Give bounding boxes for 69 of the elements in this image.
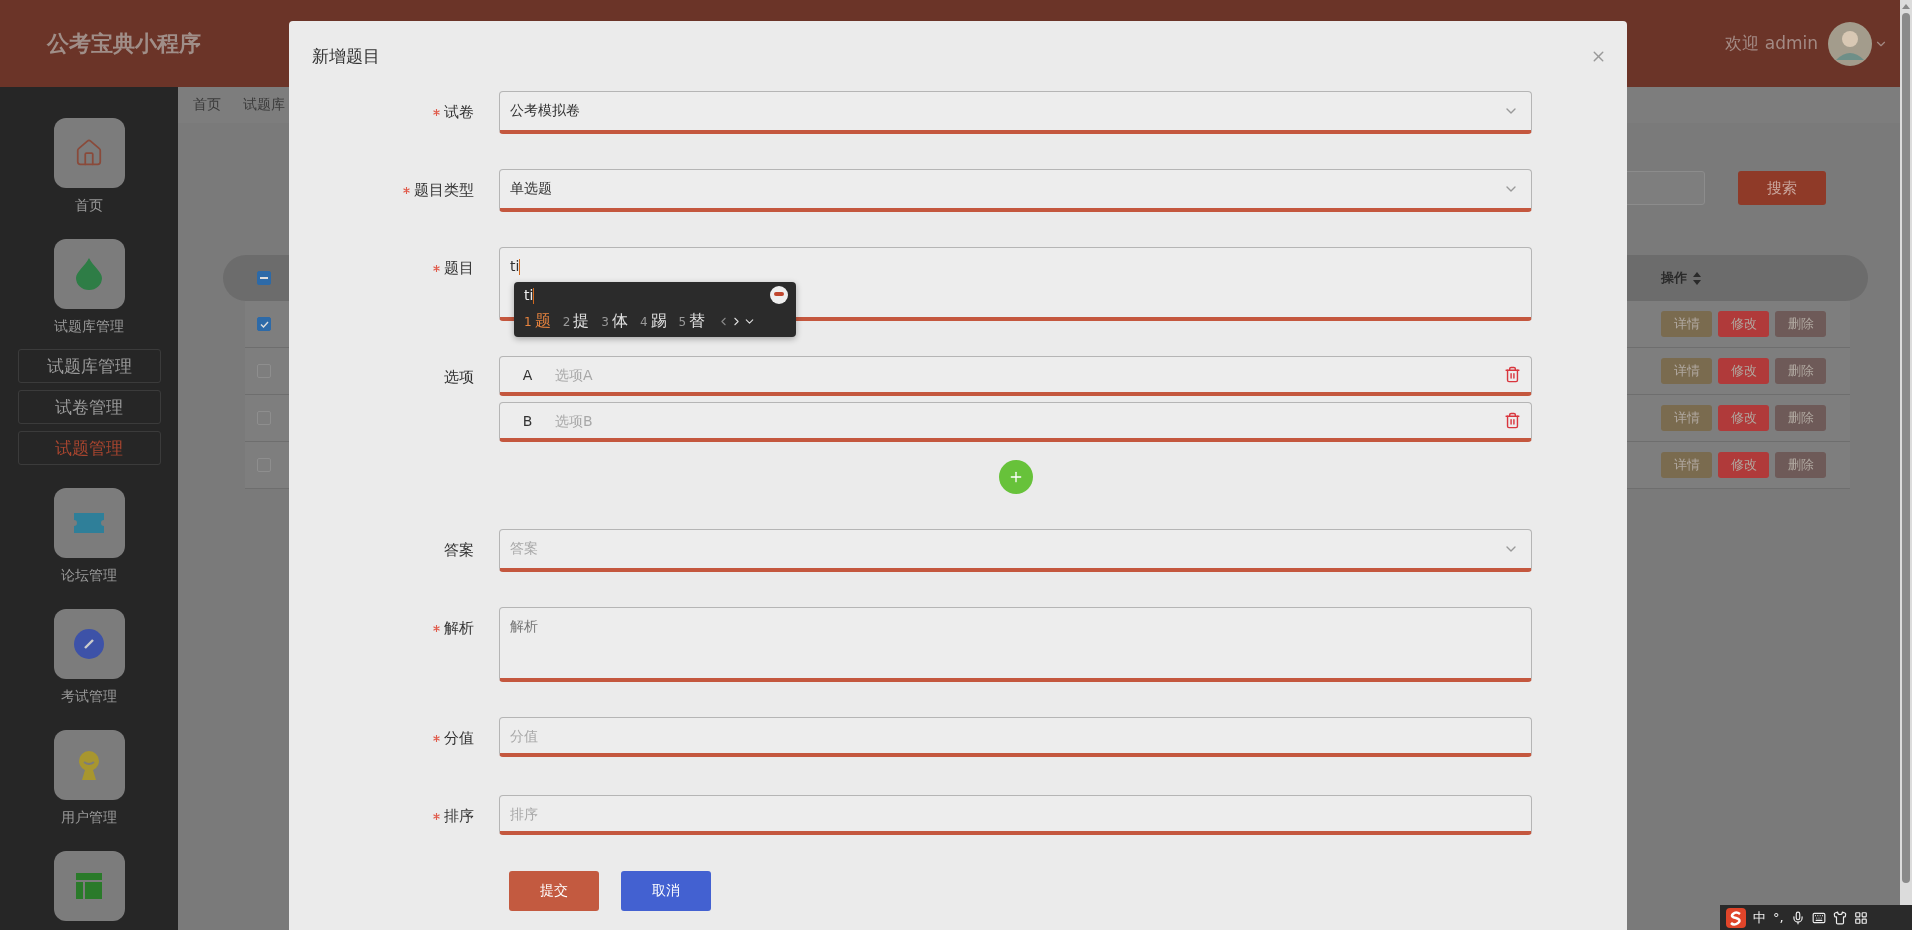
shirt-icon[interactable] xyxy=(1832,910,1847,925)
ime-logo-icon[interactable] xyxy=(1726,907,1746,928)
menu-label[interactable]: 论坛管理 xyxy=(61,564,117,586)
microphone-icon[interactable] xyxy=(1790,910,1805,925)
field-label: 题目 xyxy=(444,259,474,278)
menu-label[interactable]: 用户管理 xyxy=(61,806,117,828)
scrollbar-thumb[interactable] xyxy=(1902,13,1910,883)
input-field[interactable]: 分值 xyxy=(499,717,1532,757)
menu-tile[interactable] xyxy=(53,488,125,558)
input-field[interactable]: 排序 xyxy=(499,795,1532,835)
select-field[interactable]: 公考模拟卷 xyxy=(499,91,1532,134)
ime-composition: ti xyxy=(524,286,535,304)
option-field[interactable]: A 选项A xyxy=(499,356,1532,396)
field-label: 试卷 xyxy=(444,103,474,122)
field-label: 选项 xyxy=(444,368,474,387)
cancel-button[interactable]: 取消 xyxy=(621,871,711,911)
menu-tile[interactable] xyxy=(53,239,125,309)
check-icon xyxy=(259,320,269,328)
menu-label[interactable]: 首页 xyxy=(75,194,103,216)
field-label: 解析 xyxy=(444,619,474,638)
field-label: 题目类型 xyxy=(414,181,474,200)
breadcrumb-item[interactable]: 试题库 xyxy=(243,96,285,114)
field-label: 排序 xyxy=(444,807,474,826)
action-button[interactable]: 删除 xyxy=(1775,311,1826,337)
trash-icon[interactable] xyxy=(1504,366,1521,383)
avatar-icon[interactable] xyxy=(1828,21,1872,66)
ticket-icon xyxy=(74,513,104,533)
drop-icon xyxy=(76,258,102,290)
action-button[interactable]: 删除 xyxy=(1775,358,1826,384)
submit-button[interactable]: 提交 xyxy=(509,871,599,911)
select-all-checkbox[interactable] xyxy=(257,271,271,285)
menu-tile[interactable] xyxy=(53,851,125,921)
option-input[interactable]: 选项B xyxy=(555,403,1504,438)
action-button[interactable]: 删除 xyxy=(1775,405,1826,431)
layout-icon xyxy=(76,873,102,899)
option-letter: B xyxy=(521,412,534,429)
keyboard-icon[interactable] xyxy=(1811,910,1826,925)
option-field[interactable]: B 选项B xyxy=(499,402,1532,442)
field-label: 答案 xyxy=(444,541,474,560)
dash-icon xyxy=(260,277,268,279)
trash-icon[interactable] xyxy=(1504,412,1521,429)
menu-tile[interactable] xyxy=(53,730,125,800)
grid-icon[interactable] xyxy=(1853,910,1868,925)
dialog-title: 新增题目 xyxy=(312,44,380,68)
column-header[interactable]: 操作 xyxy=(1640,269,1850,287)
select-field[interactable]: 单选题 xyxy=(499,169,1532,212)
app-title: 公考宝典小程序 xyxy=(47,29,201,58)
punctuation-mode[interactable]: °, xyxy=(1773,910,1784,925)
sort-icon xyxy=(1693,271,1701,285)
menu-label[interactable]: 试题库管理 xyxy=(54,315,124,337)
menu-label[interactable]: 考试管理 xyxy=(61,685,117,707)
pen-icon xyxy=(74,629,104,659)
option-letter: A xyxy=(521,366,534,383)
search-button[interactable]: 搜索 xyxy=(1738,171,1826,205)
house-icon xyxy=(74,138,104,168)
action-button[interactable]: 删除 xyxy=(1775,452,1826,478)
person-icon xyxy=(77,750,101,780)
textarea-field[interactable]: 解析 xyxy=(499,607,1532,682)
ime-mode[interactable]: 中 xyxy=(1753,908,1766,927)
menu-tile[interactable] xyxy=(53,609,125,679)
field-label: 分值 xyxy=(444,729,474,748)
option-input[interactable]: 选项A xyxy=(555,357,1504,392)
menu-tile[interactable] xyxy=(53,118,125,188)
row-checkbox[interactable] xyxy=(257,317,271,331)
submenu-item[interactable]: 试卷管理 xyxy=(17,390,161,424)
welcome-text: 欢迎 admin xyxy=(1725,32,1818,55)
submenu-item[interactable]: 试题库管理 xyxy=(17,349,161,383)
breadcrumb-item[interactable]: 首页 xyxy=(193,96,221,114)
scroll-up-icon[interactable] xyxy=(1902,4,1910,9)
